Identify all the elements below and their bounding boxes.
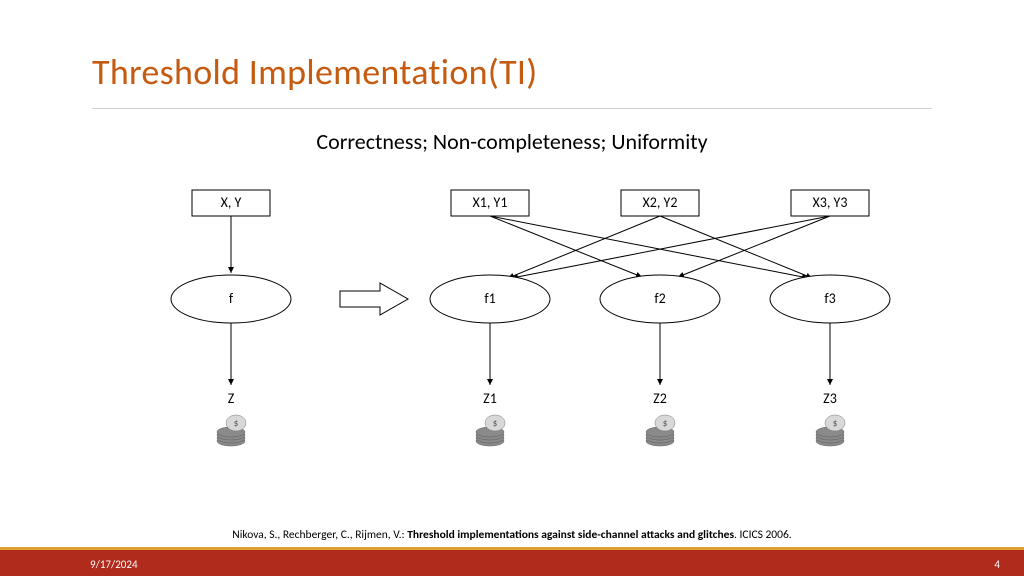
slide: Threshold Implementation(TI) Correctness… [0,0,1024,576]
right-output-label-1: Z1 [483,390,497,407]
slide-subtitle: Correctness; Non-completeness; Uniformit… [0,128,1024,155]
left-output-label: Z [228,390,235,407]
edge-x2-f1 [508,216,660,278]
edge-x1-f3 [490,216,808,278]
footer-date: 9/17/2024 [90,558,138,571]
transform-arrow-icon [340,283,408,315]
right-output-label-2: Z2 [653,390,667,407]
slide-title: Threshold Implementation(TI) [92,50,538,94]
edge-x2-f3 [660,216,812,278]
right-func-label-3: f3 [824,290,835,307]
right-input-label-2: X2, Y2 [643,194,678,211]
right-func-label-2: f2 [654,290,665,307]
title-underline [92,108,932,109]
right-input-label-3: X3, Y3 [813,194,848,211]
citation: Nikova, S., Rechberger, C., Rijmen, V.: … [0,528,1024,542]
coins-icon [476,415,505,446]
coins-icon [217,415,246,446]
right-output-label-3: Z3 [823,390,837,407]
coins-icon [646,415,675,446]
coins-icon [816,415,845,446]
citation-title: Threshold implementations against side-c… [407,528,734,542]
citation-suffix: . ICICS 2006. [734,528,792,542]
citation-prefix: Nikova, S., Rechberger, C., Rijmen, V.: [232,528,407,542]
right-input-label-1: X1, Y1 [473,194,508,211]
left-func-label: f [229,290,234,307]
footer-bar: 9/17/2024 4 [0,550,1024,576]
edge-x3-f1 [512,216,830,278]
right-func-label-1: f1 [484,290,495,307]
left-input-label: X, Y [221,194,242,211]
diagram: $ X, Y f Z X1, Y1 X2, Y2 X3, Y3 [0,165,1024,495]
footer-page-number: 4 [994,558,1000,571]
